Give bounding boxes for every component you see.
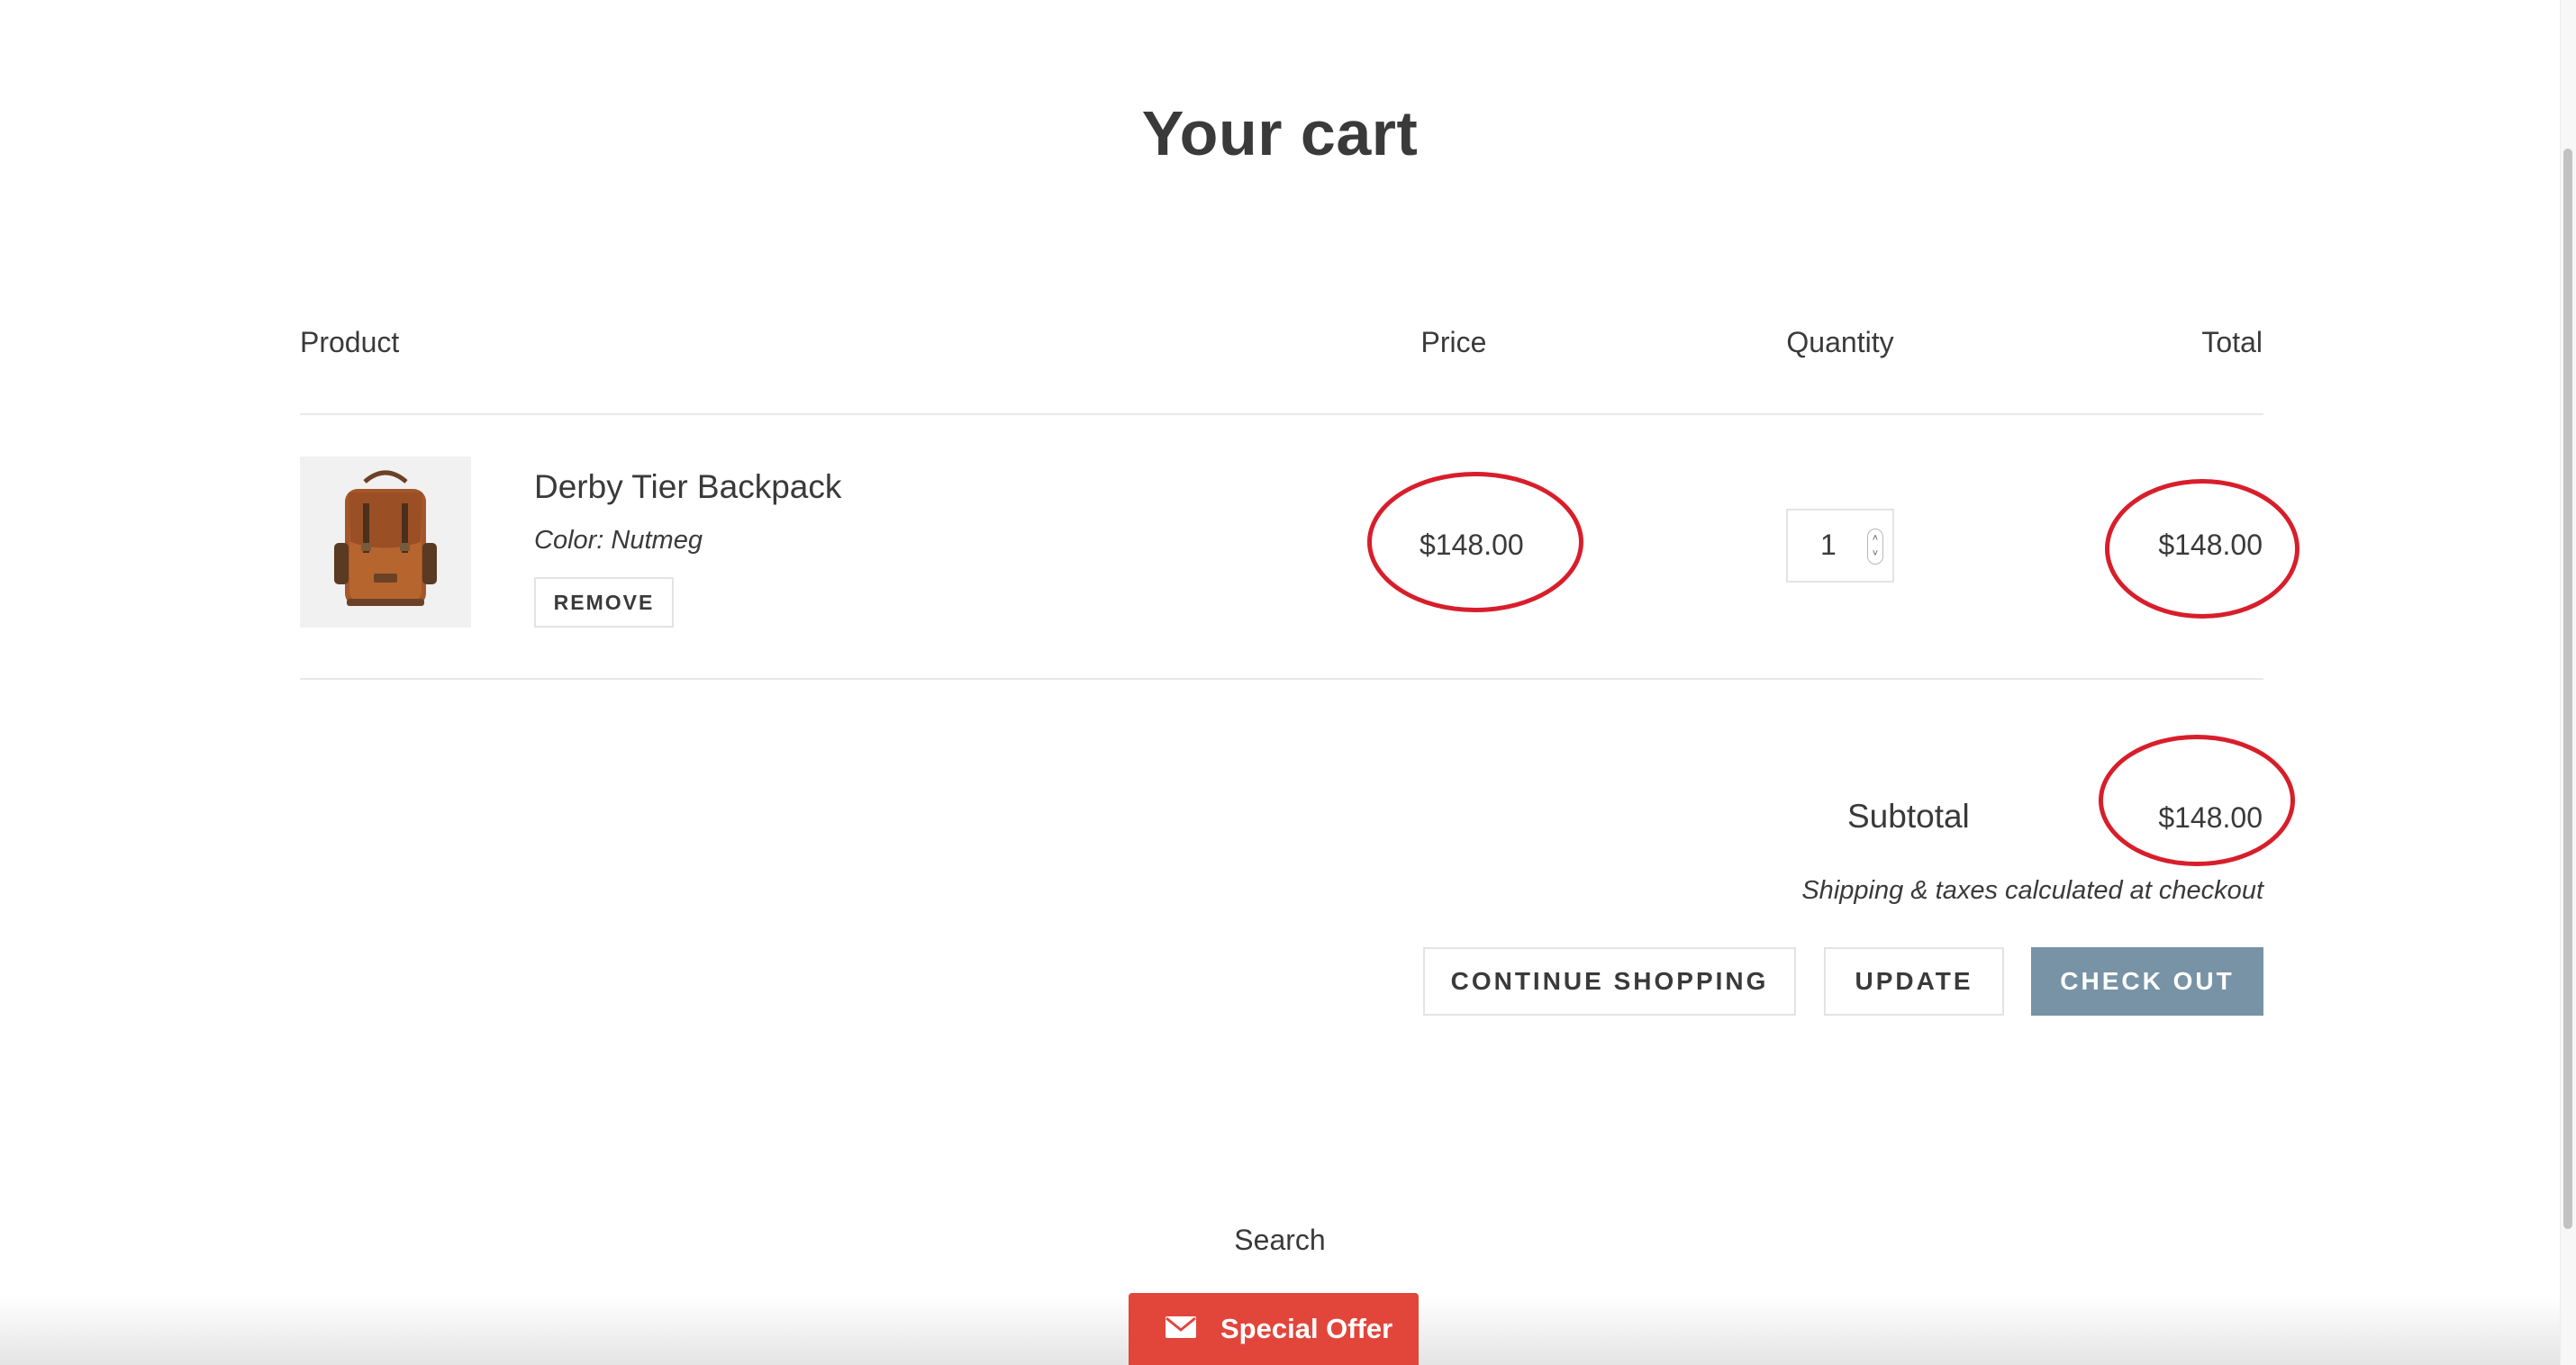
update-button[interactable]: UPDATE xyxy=(1824,947,2004,1016)
footer-search-link[interactable]: Search xyxy=(0,1224,2560,1257)
column-header-price-label: Price xyxy=(1420,326,1487,358)
product-name[interactable]: Derby Tier Backpack xyxy=(534,468,841,506)
cart-page: Your cart Product Price Quantity Total D… xyxy=(0,0,2576,1365)
backpack-icon xyxy=(334,470,437,606)
product-image[interactable] xyxy=(300,457,471,628)
special-offer-label: Special Offer xyxy=(1220,1313,1393,1344)
table-divider-bottom xyxy=(300,678,2263,680)
item-total: $148.00 xyxy=(2158,529,2263,561)
product-variant: Color: Nutmeg xyxy=(534,526,703,555)
scrollbar-thumb[interactable] xyxy=(2563,149,2572,1229)
subtotal-value: $148.00 xyxy=(2158,801,2263,834)
page-title: Your cart xyxy=(1141,98,1419,168)
continue-shopping-button[interactable]: CONTINUE SHOPPING xyxy=(1423,947,1796,1016)
column-header-product: Product xyxy=(300,326,400,358)
item-price: $148.00 xyxy=(1420,529,1524,561)
shipping-note: Shipping & taxes calculated at checkout xyxy=(1801,876,2263,905)
special-offer-button[interactable]: Special Offer xyxy=(1129,1293,1419,1365)
checkout-button[interactable]: CHECK OUT xyxy=(2031,947,2263,1016)
table-divider-top xyxy=(300,413,2263,415)
remove-button[interactable]: REMOVE xyxy=(534,577,674,628)
annotation-circle-subtotal xyxy=(2099,735,2295,866)
mail-icon xyxy=(1166,1316,1196,1338)
column-header-total: Total xyxy=(2201,326,2263,358)
